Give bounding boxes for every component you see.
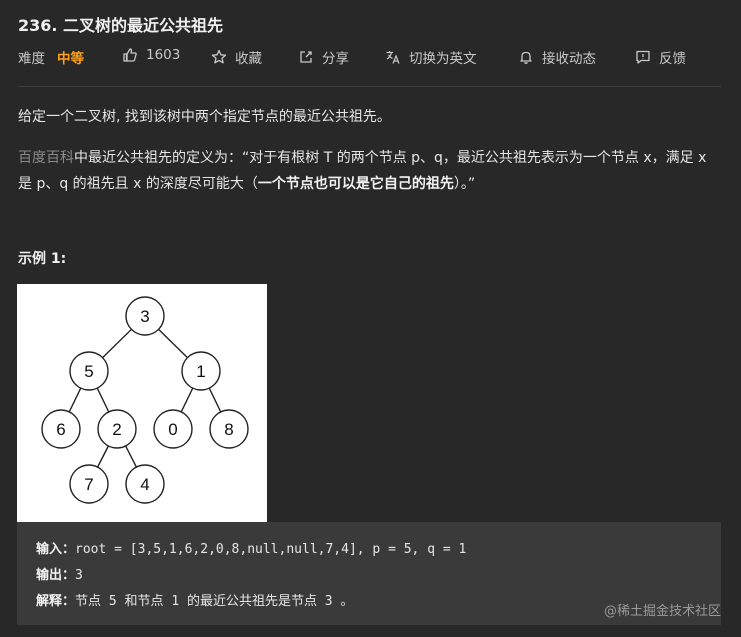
definition-text-2: ）。” [453, 176, 476, 192]
star-icon [211, 49, 227, 64]
like-count: 1603 [146, 47, 181, 63]
feedback-button[interactable]: 反馈 [635, 47, 686, 67]
meta-bar: 难度 中等 1603 收藏 分享 切换为英文 接收动态 反馈 [18, 47, 728, 67]
difficulty-badge: 中等 [57, 51, 84, 67]
tree-node-label: 4 [140, 475, 149, 494]
explain-line: 解释：节点 5 和节点 1 的最近公共祖先是节点 3 。 [36, 590, 353, 609]
header-divider [18, 86, 721, 87]
notification-button[interactable]: 接收动态 [518, 47, 596, 67]
example-title: 示例 1: [18, 251, 67, 267]
bell-icon [520, 51, 532, 64]
problem-definition: 百度百科中最近公共祖先的定义为：“对于有根树 T 的两个节点 p、q，最近公共祖… [18, 145, 723, 197]
tree-node-label: 0 [168, 420, 177, 439]
tree-node-label: 1 [196, 362, 205, 381]
problem-intro: 给定一个二叉树, 找到该树中两个指定节点的最近公共祖先。 [18, 109, 391, 125]
collect-button[interactable]: 收藏 [211, 47, 262, 67]
input-label: 输入： [36, 542, 76, 557]
tree-diagram: 3 5 1 6 2 0 8 7 4 [17, 284, 267, 522]
difficulty-label: 难度 [18, 51, 45, 67]
share-label: 分享 [322, 51, 349, 67]
switch-language-label: 切换为英文 [409, 51, 477, 67]
like-button[interactable]: 1603 [122, 47, 180, 63]
feedback-label: 反馈 [659, 51, 686, 67]
thumbs-up-icon [123, 48, 137, 62]
share-icon [300, 51, 312, 63]
translate-icon [386, 51, 400, 64]
tree-node-label: 6 [56, 420, 65, 439]
definition-bold: 一个节点也可以是它自己的祖先 [257, 176, 454, 192]
watermark: @稀土掘金技术社区 [603, 604, 721, 619]
tree-node-label: 5 [84, 362, 93, 381]
switch-language-button[interactable]: 切换为英文 [385, 47, 477, 67]
output-label: 输出： [36, 568, 76, 583]
explain-label: 解释： [36, 594, 76, 609]
difficulty-group: 难度 中等 [18, 47, 84, 67]
tree-node-label: 2 [112, 420, 121, 439]
tree-node-label: 8 [224, 420, 233, 439]
output-line: 输出：3 [36, 564, 83, 583]
baidu-baike-link[interactable]: 百度百科 [18, 150, 74, 166]
notification-label: 接收动态 [542, 51, 596, 67]
output-value: 3 [75, 568, 83, 583]
share-button[interactable]: 分享 [298, 47, 349, 67]
problem-title: 236. 二叉树的最近公共祖先 [18, 16, 224, 35]
input-line: 输入：root = [3,5,1,6,2,0,8,null,null,7,4],… [36, 538, 466, 557]
tree-svg: 3 5 1 6 2 0 8 7 4 [41, 296, 249, 504]
tree-node-label: 3 [140, 307, 149, 326]
input-value: root = [3,5,1,6,2,0,8,null,null,7,4], p … [75, 542, 467, 557]
feedback-icon [636, 50, 650, 64]
tree-node-label: 7 [84, 475, 93, 494]
collect-label: 收藏 [235, 51, 262, 67]
explain-value: 节点 5 和节点 1 的最近公共祖先是节点 3 。 [75, 594, 354, 609]
